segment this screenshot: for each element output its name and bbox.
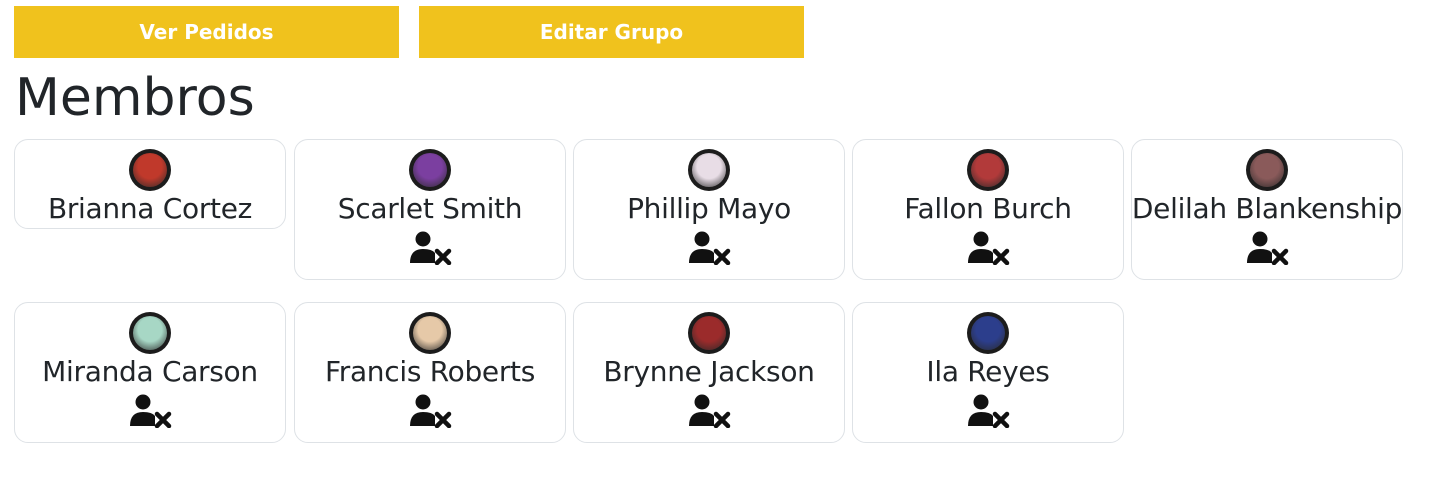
member-name: Francis Roberts [324, 355, 536, 388]
member-name: Scarlet Smith [337, 192, 523, 225]
member-name: Brynne Jackson [603, 355, 815, 388]
member-card: Scarlet Smith [294, 139, 566, 280]
member-name: Phillip Mayo [627, 192, 791, 225]
member-avatar [967, 149, 1009, 191]
member-avatar [409, 149, 451, 191]
member-card: Ila Reyes [852, 302, 1124, 443]
user-remove-icon[interactable] [408, 394, 452, 428]
member-card: Francis Roberts [294, 302, 566, 443]
user-remove-icon[interactable] [408, 231, 452, 265]
member-card: Brianna Cortez [14, 139, 286, 229]
member-name: Ila Reyes [926, 355, 1050, 388]
user-remove-icon[interactable] [966, 231, 1010, 265]
member-name: Brianna Cortez [47, 192, 253, 225]
user-remove-icon[interactable] [1245, 231, 1289, 265]
member-name: Miranda Carson [42, 355, 258, 388]
user-remove-icon[interactable] [128, 394, 172, 428]
member-avatar [967, 312, 1009, 354]
member-card: Miranda Carson [14, 302, 286, 443]
member-name: Delilah Blankenship [1131, 192, 1403, 225]
edit-group-button[interactable]: Editar Grupo [419, 6, 804, 58]
member-name: Fallon Burch [904, 192, 1072, 225]
user-remove-icon[interactable] [687, 231, 731, 265]
member-avatar [409, 312, 451, 354]
member-card: Fallon Burch [852, 139, 1124, 280]
member-avatar [1246, 149, 1288, 191]
member-avatar [129, 149, 171, 191]
view-orders-button[interactable]: Ver Pedidos [14, 6, 399, 58]
members-title: Membros [15, 68, 255, 128]
member-avatar [688, 312, 730, 354]
member-avatar [688, 149, 730, 191]
member-avatar [129, 312, 171, 354]
member-card: Brynne Jackson [573, 302, 845, 443]
member-card: Delilah Blankenship [1131, 139, 1403, 280]
member-card: Phillip Mayo [573, 139, 845, 280]
user-remove-icon[interactable] [966, 394, 1010, 428]
user-remove-icon[interactable] [687, 394, 731, 428]
